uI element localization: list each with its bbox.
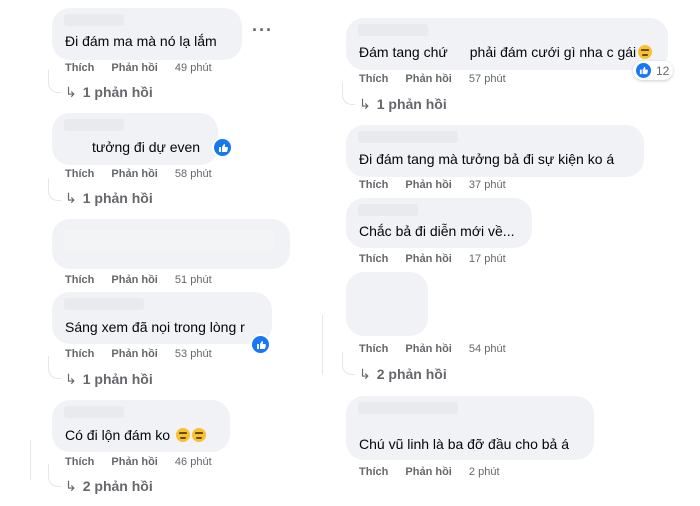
view-replies-link[interactable]: ↳ 1 phản hồi: [65, 190, 153, 207]
comment-text: Đám tang chứ phải đám cưới gì nha c gái: [359, 44, 653, 60]
reply-link[interactable]: Phản hồi: [405, 253, 451, 265]
like-link[interactable]: Thích: [359, 73, 388, 85]
like-link[interactable]: Thích: [65, 62, 94, 74]
commenter-name[interactable]: [64, 406, 124, 418]
reply-arrow-icon: ↳: [65, 478, 77, 494]
reply-link[interactable]: Phản hồi: [111, 456, 157, 468]
like-link[interactable]: Thích: [65, 348, 94, 360]
comment-actions: Thích Phản hồi 49 phút: [65, 62, 212, 74]
comment-actions: Thích Phản hồi 54 phút: [359, 343, 506, 355]
smile-emoji-icon: [191, 428, 206, 442]
like-link[interactable]: Thích: [359, 179, 388, 191]
thread-connector: [30, 440, 31, 480]
reply-arrow-icon: ↳: [65, 190, 77, 206]
thread-connector: [48, 70, 61, 93]
more-options-icon[interactable]: ···: [252, 20, 273, 41]
view-replies-link[interactable]: ↳ 1 phản hồi: [65, 84, 153, 101]
thread-connector: [48, 178, 61, 201]
comment-time[interactable]: 51 phút: [175, 274, 212, 286]
reply-arrow-icon: ↳: [65, 84, 77, 100]
view-replies-link[interactable]: ↳ 1 phản hồi: [359, 96, 447, 113]
like-link[interactable]: Thích: [65, 274, 94, 286]
reply-link[interactable]: Phản hồi: [405, 343, 451, 355]
reply-link[interactable]: Phản hồi: [405, 73, 451, 85]
reply-link[interactable]: Phản hồi: [111, 274, 157, 286]
like-link[interactable]: Thích: [65, 456, 94, 468]
comment-actions: Thích Phản hồi 57 phút: [359, 73, 506, 85]
comment-text: Sáng xem đã nọi trong lòng r: [65, 319, 245, 335]
commenter-name[interactable]: [64, 298, 144, 310]
like-link[interactable]: Thích: [359, 253, 388, 265]
commenter-name[interactable]: [358, 24, 428, 36]
comment-text: Đi đám ma mà nó lạ lắm: [65, 33, 217, 49]
like-link[interactable]: Thích: [65, 168, 94, 180]
comment-time[interactable]: 57 phút: [469, 73, 506, 85]
thread-connector: [322, 315, 323, 375]
comment-actions: Thích Phản hồi 17 phút: [359, 253, 506, 265]
comment-text: Chắc bả đi diễn mới về...: [359, 223, 515, 239]
reaction-count: 12: [656, 63, 670, 78]
reply-link[interactable]: Phản hồi: [405, 466, 451, 478]
comment-time[interactable]: 46 phút: [175, 456, 212, 468]
comment-actions: Thích Phản hồi 58 phút: [65, 168, 212, 180]
comment-time[interactable]: 58 phút: [175, 168, 212, 180]
commenter-name[interactable]: [64, 14, 124, 26]
smile-emoji-icon: [638, 45, 653, 59]
reply-arrow-icon: ↳: [65, 371, 77, 387]
like-reaction-icon[interactable]: [212, 137, 233, 158]
thread-connector: [342, 352, 355, 375]
thread-connector: [342, 82, 355, 105]
comment-text: Đi đám tang mà tưởng bả đi sự kiện ko á: [359, 151, 615, 167]
commenter-name[interactable]: [64, 230, 274, 252]
comment-time[interactable]: 37 phút: [469, 179, 506, 191]
commenter-name[interactable]: [358, 402, 458, 414]
comment-bubble: [346, 272, 428, 336]
commenter-name[interactable]: [358, 131, 458, 143]
comment-text: Có đi lộn đám ko: [65, 427, 206, 443]
like-link[interactable]: Thích: [359, 343, 388, 355]
comment-text: tưởng đi dự even: [92, 139, 201, 155]
reply-arrow-icon: ↳: [359, 96, 371, 112]
comment-time[interactable]: 49 phút: [175, 62, 212, 74]
smile-emoji-icon: [175, 428, 190, 442]
reply-link[interactable]: Phản hồi: [111, 62, 157, 74]
reply-link[interactable]: Phản hồi: [111, 348, 157, 360]
commenter-name[interactable]: [64, 119, 124, 131]
reply-arrow-icon: ↳: [359, 366, 371, 382]
view-replies-link[interactable]: ↳ 1 phản hồi: [65, 371, 153, 388]
reply-link[interactable]: Phản hồi: [405, 179, 451, 191]
comment-actions: Thích Phản hồi 2 phút: [359, 466, 500, 478]
comment-actions: Thích Phản hồi 46 phút: [65, 456, 212, 468]
commenter-name[interactable]: [358, 204, 418, 216]
thread-connector: [48, 464, 61, 487]
comment-time[interactable]: 54 phút: [469, 343, 506, 355]
like-link[interactable]: Thích: [359, 466, 388, 478]
comment-text: Chú vũ linh là ba đỡ đầu cho bả á: [359, 436, 569, 452]
comment-actions: Thích Phản hồi 37 phút: [359, 179, 506, 191]
comment-time[interactable]: 2 phút: [469, 466, 500, 478]
like-reaction-icon[interactable]: [250, 334, 271, 355]
reply-link[interactable]: Phản hồi: [111, 168, 157, 180]
like-reaction-icon: [635, 62, 652, 79]
comment-actions: Thích Phản hồi 51 phút: [65, 274, 212, 286]
reaction-summary[interactable]: 12: [633, 61, 674, 80]
comment-actions: Thích Phản hồi 53 phút: [65, 348, 212, 360]
thread-connector: [48, 356, 61, 379]
comment-time[interactable]: 53 phút: [175, 348, 212, 360]
comment-time[interactable]: 17 phút: [469, 253, 506, 265]
view-replies-link[interactable]: ↳ 2 phản hồi: [359, 366, 447, 383]
view-replies-link[interactable]: ↳ 2 phản hồi: [65, 478, 153, 495]
